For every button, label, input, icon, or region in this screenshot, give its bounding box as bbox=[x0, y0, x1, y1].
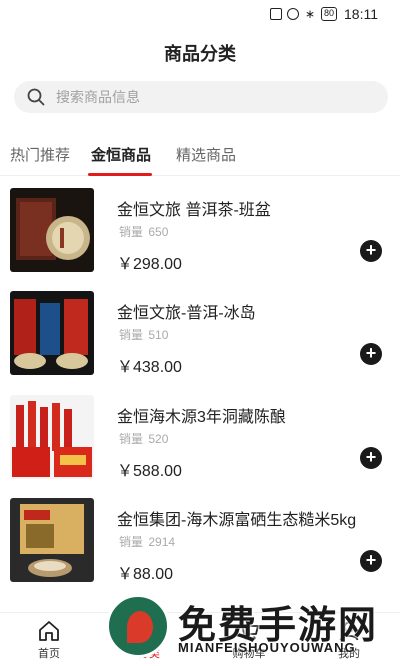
product-name: 金恒集团-海木源富硒生态糙米5kg bbox=[117, 512, 357, 529]
alarm-icon bbox=[286, 8, 299, 20]
clock: 18:11 bbox=[344, 6, 378, 22]
product-price: ￥588.00 bbox=[117, 463, 182, 480]
active-tab-indicator bbox=[88, 173, 152, 176]
category-tabs: 热门推荐 金恒商品 精选商品 bbox=[0, 130, 400, 176]
nav-home[interactable]: 首页 bbox=[14, 619, 84, 661]
product-image bbox=[10, 395, 94, 479]
add-to-cart-button[interactable]: + bbox=[360, 240, 382, 262]
add-to-cart-button[interactable]: + bbox=[360, 550, 382, 572]
status-icons: ∗ 80 18:11 bbox=[269, 5, 378, 23]
product-item[interactable]: 金恒文旅 普洱茶-班盆 销量 650 ￥298.00 + bbox=[0, 188, 400, 292]
search-input[interactable] bbox=[56, 81, 376, 113]
product-image bbox=[10, 188, 94, 272]
product-sales: 销量 650 bbox=[119, 225, 169, 239]
product-price: ￥438.00 bbox=[117, 359, 182, 376]
add-to-cart-button[interactable]: + bbox=[360, 343, 382, 365]
page-title: 商品分类 bbox=[164, 44, 236, 64]
battery-indicator: 80 bbox=[320, 7, 337, 21]
product-name: 金恒文旅 普洱茶-班盆 bbox=[117, 202, 271, 219]
product-item[interactable]: 金恒集团-海木源富硒生态糙米5kg 销量 2914 ￥88.00 + bbox=[0, 498, 400, 602]
nav-home-label: 首页 bbox=[38, 648, 60, 660]
search-icon bbox=[27, 88, 45, 106]
tab-jinheng-goods[interactable]: 金恒商品 bbox=[91, 144, 151, 165]
product-sales: 销量 2914 bbox=[119, 535, 176, 549]
product-image bbox=[10, 498, 94, 582]
add-to-cart-button[interactable]: + bbox=[360, 447, 382, 469]
bluetooth-icon: ∗ bbox=[304, 7, 316, 21]
product-sales: 销量 510 bbox=[119, 328, 169, 342]
product-item[interactable]: 金恒海木源3年洞藏陈酿 销量 520 ￥588.00 + bbox=[0, 395, 400, 499]
product-name: 金恒文旅-普洱-冰岛 bbox=[117, 305, 256, 322]
tab-selected-goods[interactable]: 精选商品 bbox=[176, 144, 236, 165]
status-bar: ∗ 80 18:11 bbox=[0, 0, 400, 28]
product-item[interactable]: 金恒文旅-普洱-冰岛 销量 510 ￥438.00 + bbox=[0, 291, 400, 395]
watermark: 免费手游网 MIANFEISHOUYOUWANG bbox=[104, 592, 400, 666]
home-icon bbox=[39, 621, 59, 641]
product-price: ￥298.00 bbox=[117, 256, 182, 273]
product-sales: 销量 520 bbox=[119, 432, 169, 446]
watermark-logo bbox=[106, 594, 170, 658]
watermark-subtitle: MIANFEISHOUYOUWANG bbox=[178, 640, 356, 655]
product-image bbox=[10, 291, 94, 375]
watermark-leaf-icon bbox=[127, 611, 153, 643]
search-bar[interactable] bbox=[14, 81, 388, 113]
product-name: 金恒海木源3年洞藏陈酿 bbox=[117, 409, 286, 426]
product-price: ￥88.00 bbox=[117, 566, 174, 583]
nfc-icon bbox=[269, 8, 282, 20]
tab-hot-recommend[interactable]: 热门推荐 bbox=[10, 144, 70, 165]
